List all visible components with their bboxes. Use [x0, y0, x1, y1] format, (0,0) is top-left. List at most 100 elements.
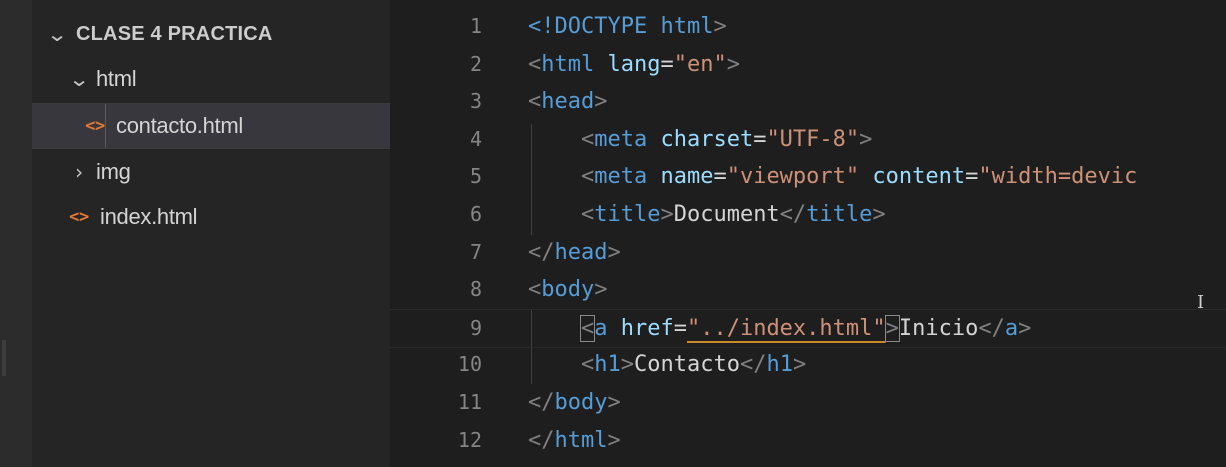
code-token: >	[792, 352, 807, 378]
code-token: </	[528, 239, 555, 265]
code-line[interactable]: 10 <h1>Contacto</h1>	[390, 346, 1226, 383]
code-token: >	[859, 126, 873, 152]
code-token: h1	[594, 352, 621, 378]
code-content: </html>	[528, 422, 621, 459]
code-token: >	[713, 14, 727, 39]
code-line[interactable]: 5 <meta name="viewport" content="width=d…	[390, 158, 1226, 195]
explorer-sidebar: ⌄ CLASE 4 PRACTICA ⌄ html <> contacto.ht…	[32, 0, 390, 467]
code-token: html	[660, 14, 714, 39]
code-token: Inicio	[898, 315, 979, 341]
code-token: title	[594, 202, 661, 227]
tree-item-label: img	[96, 159, 131, 184]
code-line[interactable]: 11 </body>	[390, 384, 1226, 421]
code-token: head	[554, 239, 608, 265]
code-token: =	[713, 164, 727, 190]
line-number: 8	[469, 277, 482, 302]
code-token: body	[541, 277, 595, 303]
code-line[interactable]: 1 <!DOCTYPE html>	[390, 8, 1226, 45]
code-token: </	[779, 202, 807, 227]
code-token: >	[726, 51, 740, 77]
line-number: 10	[457, 352, 482, 377]
tree-item-index-html[interactable]: <> index.html	[32, 195, 390, 239]
code-token: >	[607, 427, 621, 453]
line-number: 12	[457, 427, 482, 452]
code-line[interactable]: 9 <a href="../index.html">Inicio</a>	[390, 308, 1226, 348]
code-token: >	[620, 352, 634, 378]
code-token: "width=devic	[978, 164, 1138, 190]
code-token: >	[660, 202, 674, 227]
code-token: >	[607, 239, 621, 265]
code-line[interactable]: 6 <title>Document</title>	[390, 196, 1226, 233]
code-token: </	[528, 390, 555, 415]
code-content: <meta name="viewport" content="width=dev…	[528, 158, 1137, 195]
code-token: "UTF-8"	[766, 126, 860, 152]
code-editor[interactable]: I 1 <!DOCTYPE html> 2 <html lang="en"> 3 <hea…	[390, 0, 1226, 467]
tree-item-html-folder[interactable]: ⌄ html	[32, 57, 390, 101]
code-line[interactable]: 8 <body>	[390, 271, 1226, 308]
code-token: Contacto	[633, 352, 740, 378]
code-token: =	[753, 126, 767, 152]
code-content: <!DOCTYPE html>	[528, 8, 727, 45]
code-line[interactable]: 12 </html>	[390, 422, 1226, 459]
code-token: content	[872, 164, 966, 190]
line-number: 4	[469, 126, 482, 151]
code-token: <	[580, 164, 595, 190]
code-token: head	[541, 89, 595, 115]
code-token: >	[872, 202, 886, 227]
indent-guide	[105, 104, 106, 148]
line-number: 6	[469, 202, 482, 226]
html-file-icon: <>	[69, 207, 89, 227]
chevron-down-icon: ⌄	[46, 22, 68, 46]
code-token: <	[579, 314, 596, 342]
activity-bar-indicator	[2, 340, 6, 376]
vscode-window: ⌄ CLASE 4 PRACTICA ⌄ html <> contacto.ht…	[0, 0, 1226, 467]
code-token: <	[580, 352, 595, 378]
line-number: 5	[469, 164, 482, 189]
code-content: <h1>Contacto</h1>	[528, 346, 806, 383]
code-token: href	[620, 315, 674, 341]
line-number: 9	[469, 315, 482, 340]
code-token: html	[541, 51, 608, 77]
explorer-root-folder[interactable]: ⌄ CLASE 4 PRACTICA	[32, 12, 390, 56]
tree-item-label: contacto.html	[116, 113, 243, 138]
code-token: lang	[607, 51, 661, 77]
code-line[interactable]: 7 </head>	[390, 234, 1226, 271]
code-token: <	[580, 202, 595, 227]
code-line[interactable]: 4 <meta charset="UTF-8">	[390, 121, 1226, 158]
line-number: 3	[469, 89, 482, 114]
code-token: </	[528, 427, 555, 453]
code-token: >	[884, 314, 900, 342]
code-content: <html lang="en">	[528, 46, 740, 83]
code-token: h1	[766, 352, 793, 378]
code-token: </	[978, 315, 1005, 341]
code-token: </	[739, 352, 767, 378]
line-number: 2	[469, 51, 482, 76]
code-content: </body>	[528, 384, 621, 421]
code-token: body	[554, 390, 608, 415]
code-token: =	[673, 315, 687, 341]
code-token: "en"	[673, 51, 727, 77]
code-token: <	[580, 126, 595, 152]
line-number: 1	[469, 14, 482, 38]
line-number: 11	[457, 390, 482, 414]
code-content: <meta charset="UTF-8">	[528, 121, 872, 158]
code-token: <	[528, 277, 542, 303]
code-content: <title>Document</title>	[528, 196, 886, 233]
code-line[interactable]: 2 <html lang="en">	[390, 46, 1226, 83]
tree-item-img-folder[interactable]: › img	[32, 150, 390, 194]
code-token: <!DOCTYPE	[528, 14, 661, 39]
code-token: =	[660, 51, 674, 77]
code-token: =	[965, 164, 979, 190]
tree-item-contacto-html[interactable]: <> contacto.html	[32, 103, 390, 149]
code-token: "viewport"	[726, 164, 873, 190]
chevron-right-icon: ›	[75, 160, 83, 184]
code-token: Document	[673, 202, 780, 227]
code-token: >	[594, 277, 608, 303]
code-line[interactable]: 3 <head>	[390, 83, 1226, 120]
code-token: >	[1018, 315, 1032, 341]
